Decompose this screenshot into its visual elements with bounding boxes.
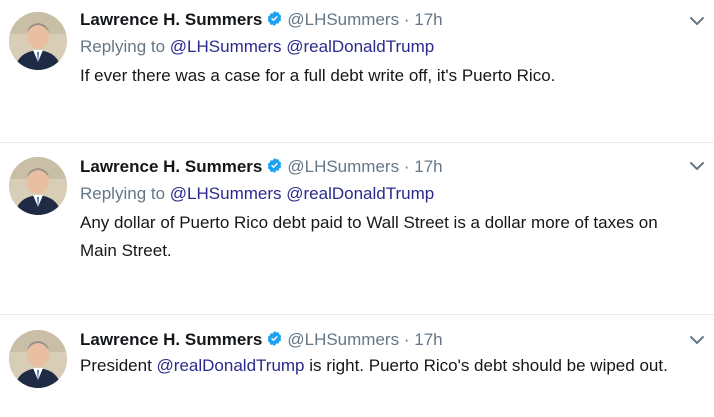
verified-badge-icon — [266, 157, 283, 181]
reply-context: Replying to @LHSummers @realDonaldTrump — [80, 179, 694, 209]
tweet-text-part: President — [80, 356, 157, 375]
separator-dot: · — [403, 10, 410, 29]
reply-context: Replying to @LHSummers @realDonaldTrump — [80, 32, 694, 62]
tweet-text: If ever there was a case for a full debt… — [80, 62, 694, 90]
tweet[interactable]: Lawrence H. Summers @LHSummers · 17h Repl… — [0, 143, 714, 315]
tweet-text-part: is right. Puerto Rico's debt should be w… — [304, 356, 668, 375]
tweet-text-part: If ever there was a case for a full debt… — [80, 66, 556, 85]
author-handle[interactable]: @LHSummers — [287, 157, 399, 176]
reply-mention-link[interactable]: @realDonaldTrump — [286, 184, 434, 203]
avatar-photo — [9, 330, 67, 388]
avatar[interactable] — [9, 157, 67, 215]
replying-to-label: Replying to — [80, 37, 166, 56]
avatar[interactable] — [9, 12, 67, 70]
author-name[interactable]: Lawrence H. Summers — [80, 10, 262, 29]
verified-badge-icon — [266, 330, 283, 354]
reply-mention-link[interactable]: @LHSummers — [170, 37, 282, 56]
author-name[interactable]: Lawrence H. Summers — [80, 330, 262, 349]
timestamp[interactable]: 17h — [414, 10, 442, 29]
author-name[interactable]: Lawrence H. Summers — [80, 157, 262, 176]
verified-badge-icon — [266, 10, 283, 34]
avatar-photo — [9, 157, 67, 215]
chevron-down-icon[interactable] — [689, 14, 705, 26]
timestamp[interactable]: 17h — [414, 157, 442, 176]
tweet-text: President @realDonaldTrump is right. Pue… — [80, 352, 694, 380]
mention-link[interactable]: @realDonaldTrump — [157, 356, 305, 375]
reply-mention-link[interactable]: @realDonaldTrump — [286, 37, 434, 56]
tweet-header: Lawrence H. Summers @LHSummers · 17h — [80, 155, 694, 179]
separator-dot: · — [403, 330, 410, 349]
avatar[interactable] — [9, 330, 67, 388]
tweet-header: Lawrence H. Summers @LHSummers · 17h — [80, 328, 694, 352]
tweet-text-part: Any dollar of Puerto Rico debt paid to W… — [80, 213, 658, 260]
author-handle[interactable]: @LHSummers — [287, 10, 399, 29]
tweet-text: Any dollar of Puerto Rico debt paid to W… — [80, 209, 694, 265]
avatar-photo — [9, 12, 67, 70]
chevron-down-icon[interactable] — [689, 333, 705, 345]
reply-mention-link[interactable]: @LHSummers — [170, 184, 282, 203]
tweet[interactable]: Lawrence H. Summers @LHSummers · 17h Repl… — [0, 0, 714, 143]
separator-dot: · — [403, 157, 410, 176]
author-handle[interactable]: @LHSummers — [287, 330, 399, 349]
replying-to-label: Replying to — [80, 184, 166, 203]
tweet-header: Lawrence H. Summers @LHSummers · 17h — [80, 8, 694, 32]
timestamp[interactable]: 17h — [414, 330, 442, 349]
tweet[interactable]: Lawrence H. Summers @LHSummers · 17h Pres… — [0, 315, 714, 417]
chevron-down-icon[interactable] — [689, 159, 705, 171]
